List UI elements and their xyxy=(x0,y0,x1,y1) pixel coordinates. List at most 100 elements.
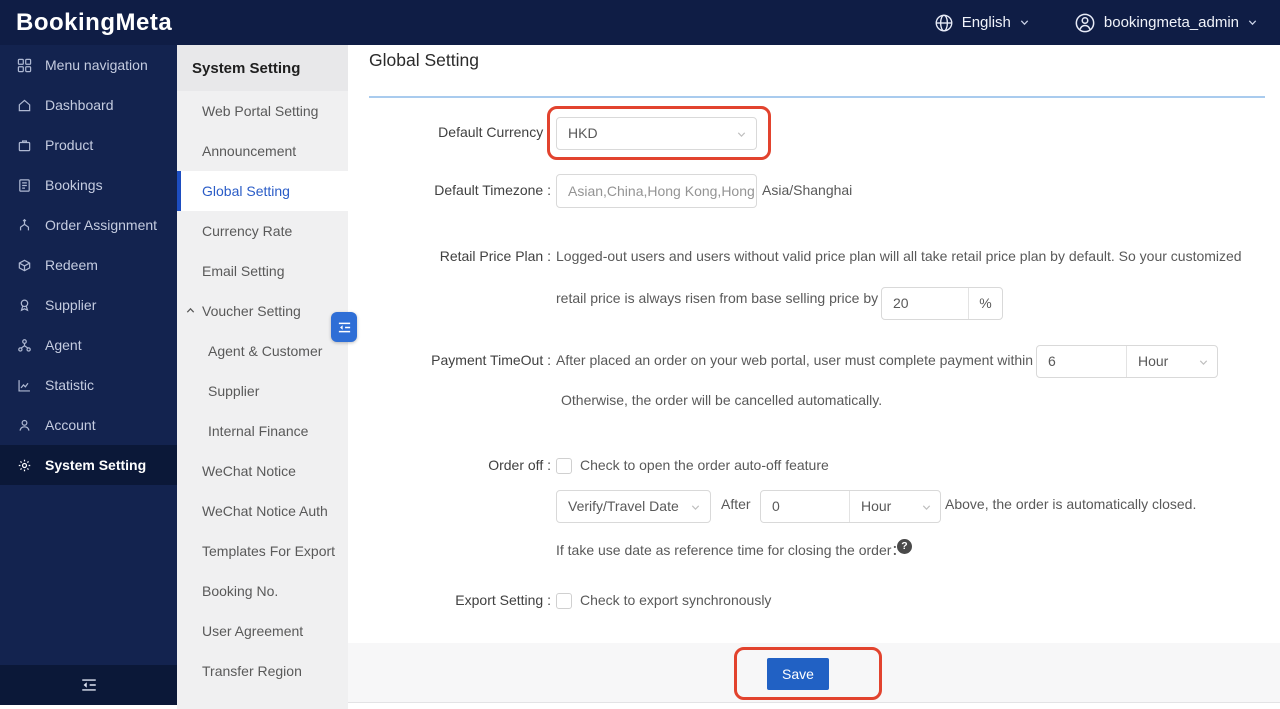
sidebar-item-system-setting[interactable]: System Setting xyxy=(0,445,177,485)
sidebar-item-account[interactable]: Account xyxy=(0,405,177,445)
order-off-label: Order off : xyxy=(488,457,551,473)
sidebar-item-label: Order Assignment xyxy=(45,217,158,233)
order-off-checkbox[interactable] xyxy=(556,458,572,474)
chevron-down-icon xyxy=(736,129,747,140)
submenu-item-label: Global Setting xyxy=(202,183,290,199)
submenu-item-agent-customer[interactable]: Agent & Customer xyxy=(177,331,348,371)
sidebar-item-bookings[interactable]: Bookings xyxy=(0,165,177,205)
sidebar-item-label: Redeem xyxy=(45,257,98,273)
submenu-item-wechat-notice[interactable]: WeChat Notice xyxy=(177,451,348,491)
submenu-item-label: Templates For Export xyxy=(202,543,336,559)
sidebar-collapse-button[interactable] xyxy=(0,665,177,705)
order-off-date-value: Verify/Travel Date xyxy=(568,498,679,514)
order-off-unit-value: Hour xyxy=(861,498,892,514)
payment-timeout-note: Otherwise, the order will be cancelled a… xyxy=(561,392,883,408)
box-icon xyxy=(17,258,32,273)
order-off-unit-select[interactable]: Hour xyxy=(849,491,940,522)
page-title: Global Setting xyxy=(369,50,479,70)
order-off-delay-input-group: 0 Hour xyxy=(760,490,941,523)
gear-icon xyxy=(17,458,32,473)
app-logo: BookingMeta xyxy=(16,8,173,36)
sidebar-item-label: Bookings xyxy=(45,177,103,193)
order-off-date-select[interactable]: Verify/Travel Date xyxy=(556,490,711,523)
sidebar-item-label: Dashboard xyxy=(45,97,114,113)
sidebar-item-statistic[interactable]: Statistic xyxy=(0,365,177,405)
payment-timeout-input[interactable]: 6 xyxy=(1037,346,1126,377)
submenu-item-voucher-setting[interactable]: Voucher Setting xyxy=(177,291,348,331)
user-menu[interactable]: bookingmeta_admin xyxy=(1074,12,1258,34)
chevron-down-icon xyxy=(1019,17,1030,28)
timezone-current-value: Asia/Shanghai xyxy=(762,182,853,198)
submenu-item-booking-no[interactable]: Booking No. xyxy=(177,571,348,611)
submenu-item-web-portal-setting[interactable]: Web Portal Setting xyxy=(177,91,348,131)
retail-markup-input[interactable]: 20 xyxy=(882,288,968,319)
submenu-item-label: Internal Finance xyxy=(208,423,309,439)
chevron-down-icon xyxy=(1198,357,1209,368)
submenu-item-label: Booking No. xyxy=(202,583,279,599)
sidebar-item-redeem[interactable]: Redeem xyxy=(0,245,177,285)
submenu-item-user-agreement[interactable]: User Agreement xyxy=(177,611,348,651)
save-button[interactable]: Save xyxy=(767,658,829,690)
sidebar-item-label: Account xyxy=(45,417,96,433)
language-selector[interactable]: English xyxy=(934,13,1030,33)
export-setting-checkbox[interactable] xyxy=(556,593,572,609)
sidebar-item-supplier[interactable]: Supplier xyxy=(0,285,177,325)
order-off-checkbox-label: Check to open the order auto-off feature xyxy=(580,457,829,473)
submenu-item-label: Transfer Region xyxy=(202,663,302,679)
sidebar-item-agent[interactable]: Agent xyxy=(0,325,177,365)
submenu-item-email-setting[interactable]: Email Setting xyxy=(177,251,348,291)
retail-price-plan-label: Retail Price Plan : xyxy=(439,248,551,264)
network-icon xyxy=(17,338,32,353)
submenu-item-currency-rate[interactable]: Currency Rate xyxy=(177,211,348,251)
chart-icon xyxy=(17,378,32,393)
default-currency-select[interactable]: HKD xyxy=(556,117,757,150)
percent-suffix: % xyxy=(968,288,1002,319)
submenu-item-global-setting[interactable]: Global Setting xyxy=(177,171,348,211)
document-icon xyxy=(17,178,32,193)
sidebar-item-label: Menu navigation xyxy=(45,57,148,73)
submenu-item-label: Email Setting xyxy=(202,263,285,279)
submenu-item-label: WeChat Notice xyxy=(202,463,296,479)
submenu-item-announcement[interactable]: Announcement xyxy=(177,131,348,171)
submenu-item-transfer-region[interactable]: Transfer Region xyxy=(177,651,348,691)
payment-timeout-input-group: 6 Hour xyxy=(1036,345,1218,378)
submenu-item-label: Announcement xyxy=(202,143,297,159)
primary-sidebar: Menu navigation Dashboard Product Bookin… xyxy=(0,45,177,709)
retail-plan-description-line2: retail price is always risen from base s… xyxy=(556,290,879,306)
submenu-item-supplier[interactable]: Supplier xyxy=(177,371,348,411)
sidebar-item-label: Supplier xyxy=(45,297,97,313)
sidebar-item-label: Product xyxy=(45,137,94,153)
sidebar-item-label: System Setting xyxy=(45,457,147,473)
order-off-tail-text: Above, the order is automatically closed… xyxy=(945,496,1197,512)
menu-fold-icon xyxy=(80,676,98,694)
submenu-item-wechat-notice-auth[interactable]: WeChat Notice Auth xyxy=(177,491,348,531)
payment-timeout-unit-value: Hour xyxy=(1138,353,1169,369)
sidebar-item-product[interactable]: Product xyxy=(0,125,177,165)
sidebar-item-label: Statistic xyxy=(45,377,95,393)
default-timezone-input[interactable]: Asian,China,Hong Kong,Hong xyxy=(556,174,757,208)
medal-icon xyxy=(17,298,32,313)
chevron-down-icon xyxy=(1247,17,1258,28)
payment-timeout-unit-select[interactable]: Hour xyxy=(1126,346,1217,377)
chevron-down-icon xyxy=(690,502,701,513)
home-icon xyxy=(17,98,32,113)
submenu-collapse-button[interactable] xyxy=(331,312,357,342)
order-off-delay-input[interactable]: 0 xyxy=(761,491,849,522)
chevron-up-icon xyxy=(185,305,196,316)
submenu-item-label: Web Portal Setting xyxy=(202,103,319,119)
default-currency-label: Default Currency : xyxy=(438,124,551,140)
question-icon[interactable]: ? xyxy=(897,539,912,554)
user-circle-icon xyxy=(1074,12,1096,34)
retail-markup-input-group: 20 % xyxy=(881,287,1003,320)
sidebar-item-order-assignment[interactable]: Order Assignment xyxy=(0,205,177,245)
submenu-item-internal-finance[interactable]: Internal Finance xyxy=(177,411,348,451)
submenu-item-label: User Agreement xyxy=(202,623,304,639)
order-off-after-text: After xyxy=(721,496,751,512)
chevron-down-icon xyxy=(921,502,932,513)
user-icon xyxy=(17,418,32,433)
order-off-hint-text: If take use date as reference time for c… xyxy=(556,542,906,558)
submenu-item-label: Supplier xyxy=(208,383,260,399)
sidebar-item-menu-navigation[interactable]: Menu navigation xyxy=(0,45,177,85)
sidebar-item-dashboard[interactable]: Dashboard xyxy=(0,85,177,125)
submenu-item-templates-for-export[interactable]: Templates For Export xyxy=(177,531,348,571)
